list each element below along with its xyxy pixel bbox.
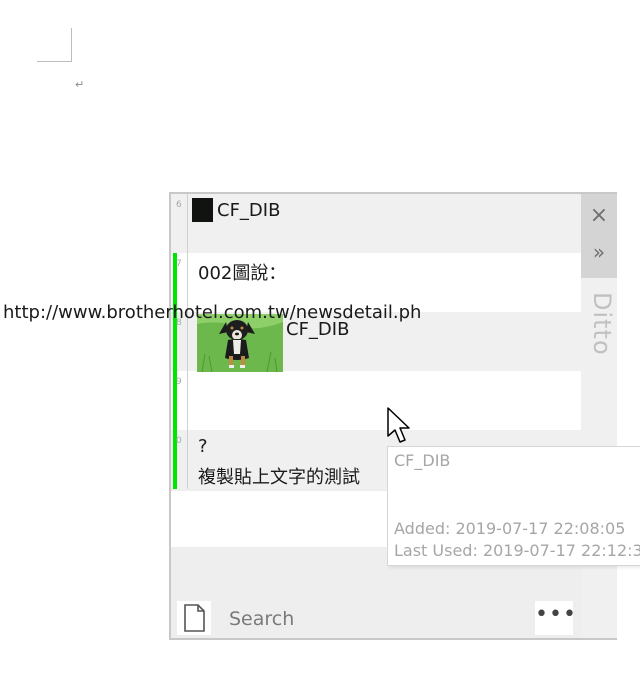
clip-index: 6 (176, 200, 182, 210)
expand-button[interactable]: » (585, 238, 613, 266)
clip-label: CF_DIB (217, 200, 281, 221)
search-bar: ••• (171, 597, 581, 638)
page-corner-horizontal (37, 61, 72, 62)
image-thumbnail (192, 198, 213, 222)
tooltip-title: CF_DIB (394, 451, 451, 470)
tooltip-added: Added: 2019-07-17 22:08:05 (394, 519, 626, 538)
caption-buttons: × » (581, 194, 617, 278)
clip-separator (187, 371, 188, 430)
caption-bar[interactable]: × » Ditto (581, 194, 617, 638)
clip-index: 7 (176, 259, 182, 269)
clip-text-line2: 複製貼上文字的測試 (198, 467, 360, 488)
document-icon[interactable] (177, 601, 211, 635)
clip-label: 002圖說： (198, 263, 287, 284)
search-input[interactable] (227, 605, 531, 633)
clip-separator (187, 430, 188, 489)
clip-text-line1: ? (198, 436, 208, 457)
clip-item-6[interactable]: 6 CF_DIB (171, 194, 581, 253)
clip-url-text: http://www.brotherhotel.com.tw/newsdetai… (3, 302, 422, 323)
tooltip-last-used: Last Used: 2019-07-17 22:12:3 (394, 541, 640, 560)
page-corner-vertical (71, 28, 72, 62)
clip-index: 9 (176, 377, 182, 387)
paragraph-mark: ↵ (75, 78, 85, 91)
clip-index: 0 (176, 436, 182, 446)
clip-item-9[interactable]: 9 (171, 371, 581, 430)
close-button[interactable]: × (585, 202, 613, 230)
mouse-cursor-icon (387, 407, 410, 443)
window-title: Ditto (588, 292, 616, 356)
clip-separator (187, 194, 188, 253)
more-options-button[interactable]: ••• (535, 601, 576, 635)
clip-tooltip: CF_DIB Added: 2019-07-17 22:08:05 Last U… (387, 446, 640, 566)
